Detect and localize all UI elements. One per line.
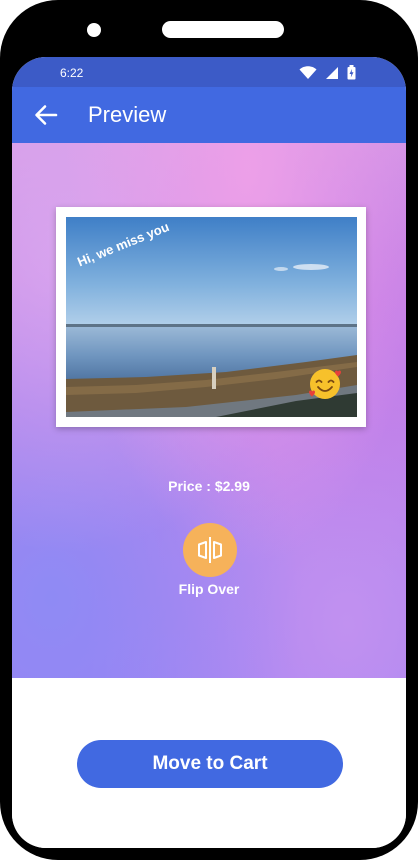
signal-icon [326, 66, 338, 79]
status-time: 6:22 [60, 66, 84, 80]
move-to-cart-button[interactable]: Move to Cart [77, 740, 343, 788]
bottom-action-area: Move to Cart [12, 678, 406, 848]
flip-icon [198, 537, 222, 563]
earpiece-speaker [162, 21, 284, 38]
page-title: Preview [88, 102, 167, 127]
postcard-photo: Hi, we miss you [66, 217, 357, 417]
smiling-face-with-hearts-emoji[interactable] [308, 367, 342, 401]
battery-charging-icon [347, 65, 356, 80]
back-button[interactable] [32, 101, 60, 129]
front-camera [87, 23, 101, 37]
postcard-preview[interactable]: Hi, we miss you [56, 207, 366, 427]
screen: 6:22 Preview Hi, we miss you Price: $2.… [12, 57, 406, 848]
preview-area: Hi, we miss you Price : $2.99 Flip Over [12, 143, 406, 678]
flip-over-label: Flip Over [178, 581, 240, 597]
app-bar: Preview [12, 87, 406, 143]
arrow-left-icon [35, 105, 58, 125]
flip-over-button[interactable] [183, 523, 237, 577]
wifi-icon [299, 65, 317, 79]
status-bar: 6:22 [12, 57, 406, 87]
price-label: Price : $2.99 [168, 478, 250, 494]
phone-frame: 6:22 Preview Hi, we miss you Price: $2.… [0, 0, 418, 860]
status-icons [299, 65, 356, 80]
